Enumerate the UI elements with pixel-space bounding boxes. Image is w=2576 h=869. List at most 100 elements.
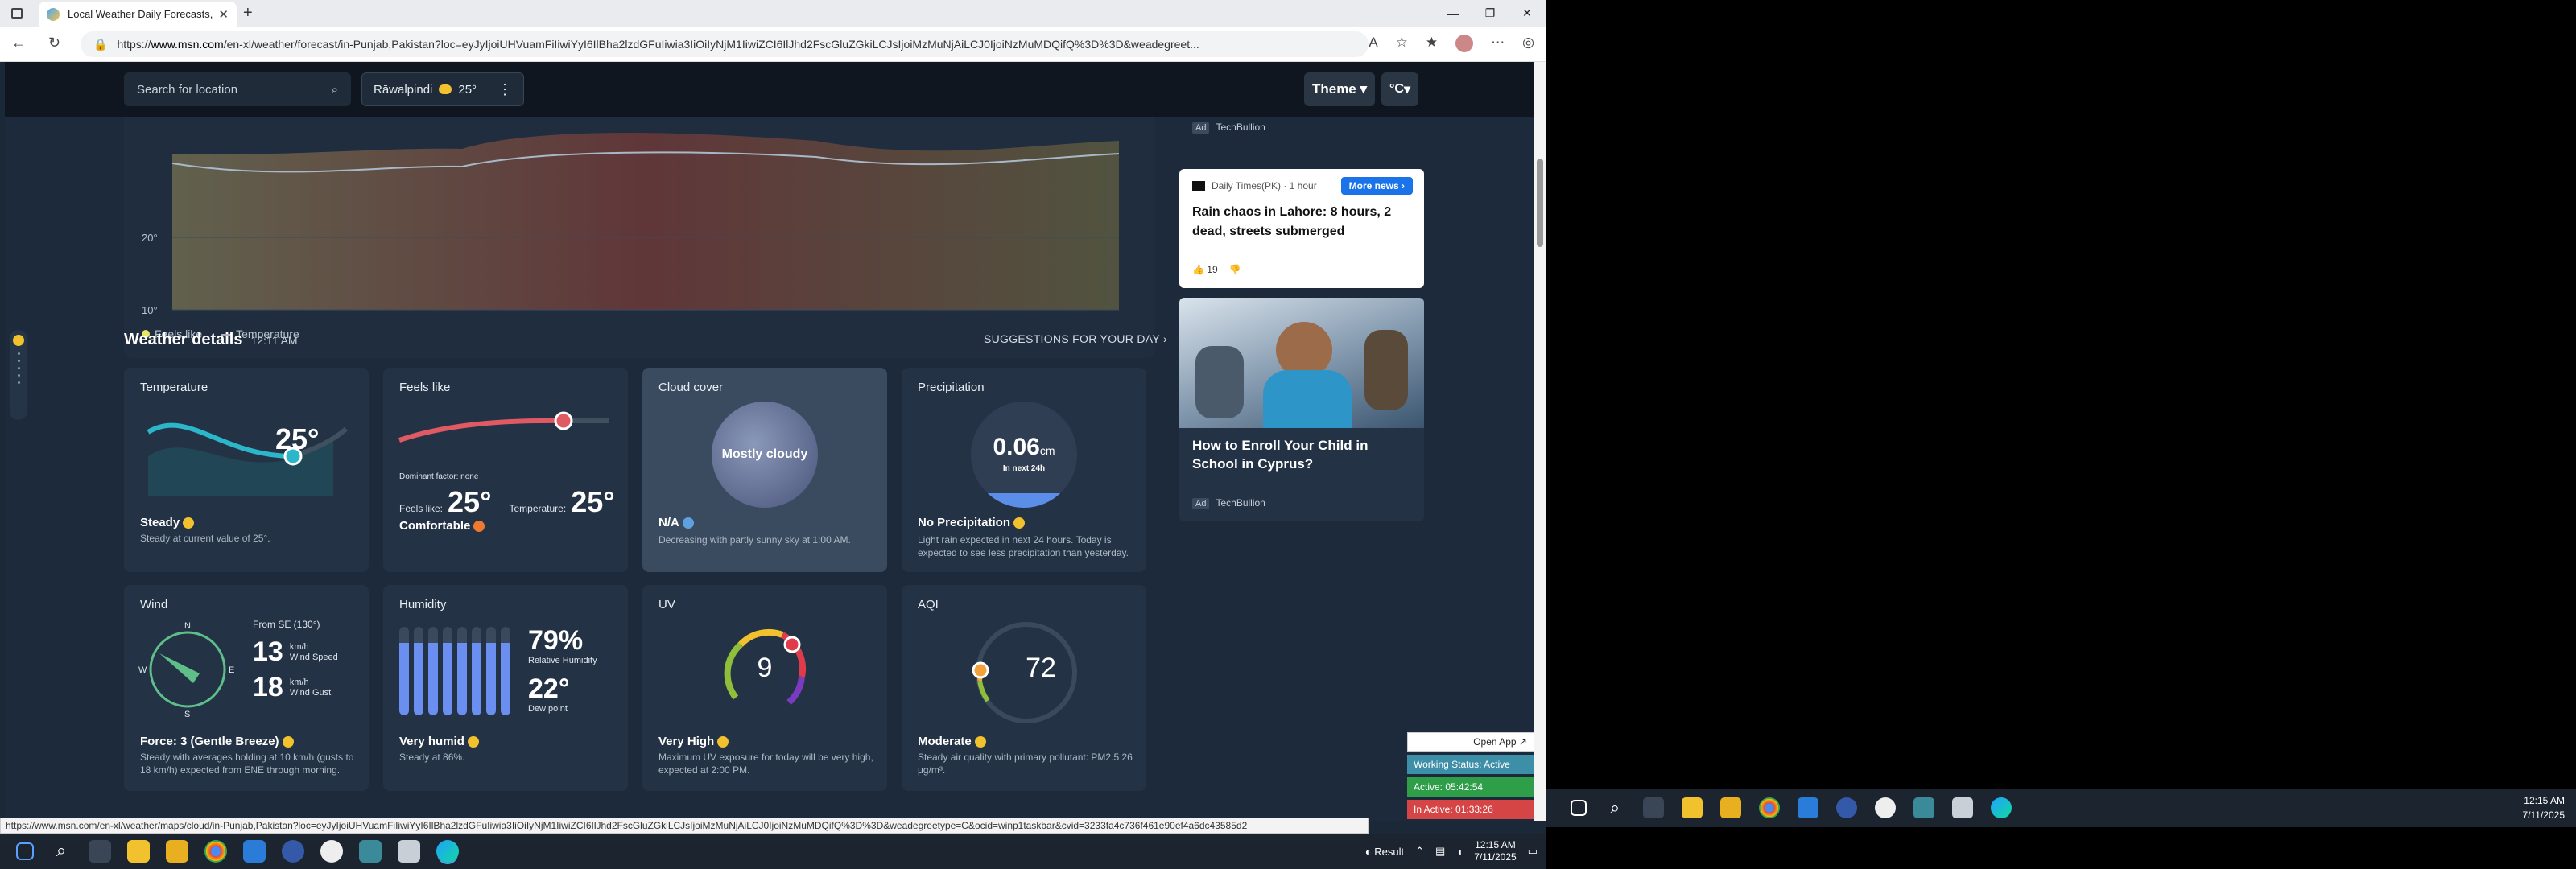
edge-icon[interactable] <box>1991 797 2012 818</box>
clock-date: 7/11/2025 <box>2522 809 2566 821</box>
minimize-icon[interactable]: — <box>1435 0 1472 27</box>
site-info-icon[interactable]: 🔒 <box>93 38 107 51</box>
task-view-icon[interactable] <box>89 840 111 863</box>
ad-card[interactable]: How to Enroll Your Child in School in Cy… <box>1179 298 1424 521</box>
browser-tab[interactable]: Local Weather Daily Forecasts, Ra ✕ <box>39 2 237 27</box>
file-explorer-icon[interactable] <box>1682 797 1703 818</box>
app-icon-4[interactable] <box>1952 797 1973 818</box>
news-card[interactable]: Daily Times(PK) · 1 hour More news › Rai… <box>1179 169 1424 288</box>
rail-dot[interactable] <box>17 367 20 369</box>
chart-svg: 20° 10° <box>142 133 1120 316</box>
wind-card[interactable]: Wind N S E W From SE (130°) 13 km/h Wind … <box>124 585 369 791</box>
copilot-icon[interactable]: ◎ <box>1522 35 1534 52</box>
location-search-input[interactable]: Search for location ⌕ <box>124 72 351 106</box>
news-headline[interactable]: Rain chaos in Lahore: 8 hours, 2 dead, s… <box>1192 203 1414 241</box>
start-icon[interactable] <box>1571 800 1587 816</box>
close-tab-icon[interactable]: ✕ <box>218 7 229 22</box>
profile-avatar[interactable] <box>1455 35 1474 52</box>
clock[interactable]: 12:15 AM 7/11/2025 <box>1474 839 1517 863</box>
maximize-icon[interactable]: ❐ <box>1472 0 1509 27</box>
store-icon[interactable] <box>166 840 188 863</box>
search-icon[interactable]: ⌕ <box>332 83 338 97</box>
close-window-icon[interactable]: ✕ <box>1509 0 1546 27</box>
temperature-card[interactable]: Temperature 25° Steady Steady at current… <box>124 368 369 572</box>
favorite-star-icon[interactable]: ☆ <box>1396 35 1408 52</box>
cloud-cover-dial: Mostly cloudy <box>712 402 818 508</box>
humidity-bar <box>399 627 409 715</box>
cloud-cover-card[interactable]: Cloud cover Mostly cloudy N/A Decreasing… <box>642 368 887 572</box>
humidity-card[interactable]: Humidity 79% Relative Humidity 22° Dew p… <box>383 585 628 791</box>
news-source-row: Daily Times(PK) · 1 hour <box>1192 180 1317 192</box>
volume-icon[interactable]: ◖ <box>1456 846 1463 858</box>
aqi-card[interactable]: AQI 72 Moderate Steady air quality with … <box>902 585 1146 791</box>
app-icon-2[interactable] <box>1875 797 1896 818</box>
precip-status-text: No Precipitation <box>918 516 1011 529</box>
clock-time: 12:15 AM <box>1475 839 1516 850</box>
start-icon[interactable] <box>16 842 34 860</box>
app-icon-2[interactable] <box>320 840 343 863</box>
vscode-icon[interactable] <box>243 840 266 863</box>
unit-button[interactable]: °C ▾ <box>1381 72 1418 106</box>
search-placeholder: Search for location <box>137 82 238 97</box>
app-icon-3[interactable] <box>359 840 382 863</box>
app-icon[interactable] <box>282 840 304 863</box>
result-item[interactable]: ◐ Result <box>1365 846 1404 858</box>
humidity-desc: Steady at 86%. <box>399 752 465 763</box>
location-temp: 25° <box>458 82 477 97</box>
tray-chevron-icon[interactable]: ⌃ <box>1415 845 1424 858</box>
search-icon[interactable]: ⌕ <box>1604 797 1625 818</box>
task-view-icon[interactable] <box>1643 797 1664 818</box>
current-location-pill[interactable]: Rāwalpindi 25° ⋮ <box>361 72 524 106</box>
app-icon-3[interactable] <box>1913 797 1934 818</box>
more-news-button[interactable]: More news › <box>1340 177 1413 195</box>
scrollbar-thumb[interactable] <box>1537 159 1543 247</box>
sun-icon[interactable] <box>13 335 24 346</box>
like-button[interactable]: 👍 19 <box>1192 264 1218 275</box>
precipitation-card[interactable]: Precipitation 0.06cm In next 24h No Prec… <box>902 368 1146 572</box>
temperature-chart: 20° 10° Feels like Temperature <box>124 117 1154 358</box>
weather-condition-icon <box>439 84 452 94</box>
rail-dot[interactable] <box>17 352 20 355</box>
rail-dot[interactable] <box>17 360 20 362</box>
app-icon[interactable] <box>1836 797 1857 818</box>
tab-actions-icon[interactable] <box>11 8 23 19</box>
new-tab-button[interactable]: + <box>243 4 253 23</box>
file-explorer-icon[interactable] <box>127 840 150 863</box>
suggestions-link[interactable]: SUGGESTIONS FOR YOUR DAY › <box>984 332 1167 345</box>
page-side-rail[interactable] <box>10 330 27 420</box>
humidity-bar <box>486 627 496 715</box>
search-icon[interactable]: ⌕ <box>50 840 72 863</box>
refresh-icon[interactable]: ↻ <box>48 35 60 51</box>
chrome-icon[interactable] <box>204 840 227 863</box>
rail-dot[interactable] <box>17 381 20 384</box>
open-app-button[interactable]: Open App ↗ <box>1407 732 1534 752</box>
wind-gust: 18 <box>253 672 283 702</box>
theme-button[interactable]: Theme ▾ <box>1304 72 1375 106</box>
read-aloud-icon[interactable]: A <box>1368 35 1377 52</box>
dislike-icon[interactable]: 👎 <box>1229 264 1241 275</box>
app-icon-4[interactable] <box>398 840 420 863</box>
chrome-icon[interactable] <box>1759 797 1780 818</box>
ad-footer-1[interactable]: Ad TechBullion <box>1179 117 1424 134</box>
address-bar[interactable]: 🔒 https://www.msn.com/en-xl/weather/fore… <box>80 31 1368 57</box>
location-more-icon[interactable]: ⋮ <box>497 81 512 98</box>
card-title: Humidity <box>399 598 447 612</box>
chevron-right-icon: › <box>1163 332 1167 345</box>
secondary-clock[interactable]: 12:15 AM 7/11/2025 <box>2523 793 2566 822</box>
store-icon[interactable] <box>1720 797 1741 818</box>
network-icon[interactable]: ▤ <box>1435 845 1445 858</box>
uv-card[interactable]: UV 9 Very High Maximum UV exposure for t… <box>642 585 887 791</box>
favorites-icon[interactable]: ★ <box>1426 35 1438 52</box>
notification-icon[interactable]: ▭ <box>1528 845 1538 858</box>
vscode-icon[interactable] <box>1798 797 1818 818</box>
edge-icon[interactable] <box>436 840 459 863</box>
rail-dot[interactable] <box>17 374 20 377</box>
more-menu-icon[interactable]: ⋯ <box>1491 35 1505 52</box>
back-icon[interactable]: ← <box>11 35 26 51</box>
page-scrollbar[interactable] <box>1534 62 1546 821</box>
news-source: Daily Times(PK) · 1 hour <box>1212 180 1317 192</box>
like-count: 19 <box>1207 264 1218 275</box>
feels-like-card[interactable]: Feels like Dominant factor: none Feels l… <box>383 368 628 572</box>
ad-headline[interactable]: How to Enroll Your Child in School in Cy… <box>1192 436 1414 473</box>
feels-values-row: Feels like: 25° Temperature: 25° <box>399 485 615 519</box>
